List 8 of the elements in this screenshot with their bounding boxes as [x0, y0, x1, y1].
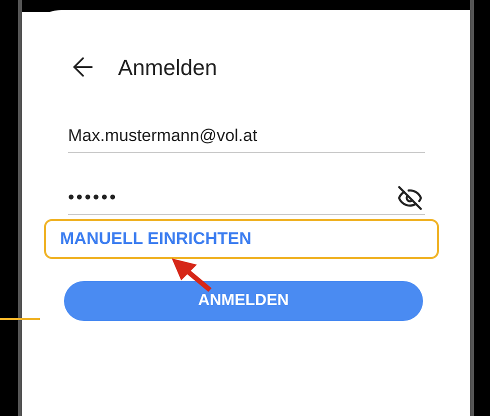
email-field[interactable]: Max.mustermann@vol.at — [68, 120, 425, 153]
manual-setup-link[interactable]: MANUELL EINRICHTEN — [44, 219, 439, 259]
page-title: Anmelden — [118, 54, 218, 82]
password-field[interactable]: •••••• — [68, 181, 425, 215]
callout-line — [0, 318, 40, 320]
pointer-arrow-icon — [172, 258, 212, 292]
eye-slash-icon[interactable] — [397, 184, 423, 210]
password-value: •••••• — [68, 186, 118, 209]
